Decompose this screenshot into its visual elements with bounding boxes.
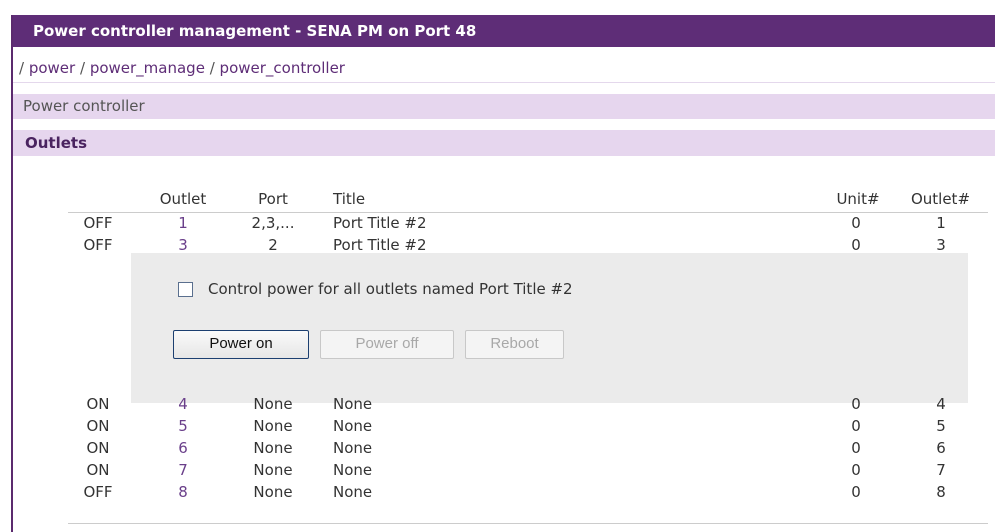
window-title: Power controller management - SENA PM on… xyxy=(13,15,995,47)
table-row: ON 5 None None 0 5 xyxy=(68,415,988,437)
outlet-link[interactable]: 7 xyxy=(173,459,193,481)
outlet-status: ON xyxy=(86,439,110,457)
breadcrumb-separator: / xyxy=(79,59,90,77)
outlet-port: None xyxy=(253,395,293,413)
outlet-link[interactable]: 5 xyxy=(173,415,193,437)
outlet-status: OFF xyxy=(83,236,113,254)
outlet-port: None xyxy=(253,439,293,457)
control-all-outlets-label[interactable]: Control power for all outlets named Port… xyxy=(208,279,573,299)
power-controller-window: Power controller management - SENA PM on… xyxy=(11,15,995,532)
outlet-title: None xyxy=(333,483,373,501)
outlet-number: 5 xyxy=(936,417,946,435)
outlet-number: 7 xyxy=(936,461,946,479)
outlet-status: ON xyxy=(86,461,110,479)
breadcrumb-separator: / xyxy=(19,59,29,77)
breadcrumb: / power / power_manage / power_controlle… xyxy=(13,53,995,83)
outlet-unit: 0 xyxy=(851,214,861,232)
outlet-status: ON xyxy=(86,395,110,413)
breadcrumb-separator: / xyxy=(209,59,220,77)
outlet-control-panel: Control power for all outlets named Port… xyxy=(131,253,968,403)
header-unit: Unit# xyxy=(836,190,880,208)
outlet-title: None xyxy=(333,417,373,435)
table-row: ON 4 None None 0 4 xyxy=(68,393,988,415)
outlet-port: None xyxy=(253,461,293,479)
outlet-title: None xyxy=(333,461,373,479)
outlet-unit: 0 xyxy=(851,439,861,457)
outlet-number: 4 xyxy=(936,395,946,413)
breadcrumb-link-power[interactable]: power xyxy=(29,59,75,77)
outlet-link[interactable]: 1 xyxy=(173,212,193,234)
outlet-status: ON xyxy=(86,417,110,435)
table-row: OFF 1 2,3,... Port Title #2 0 1 xyxy=(68,212,988,234)
outlet-number: 8 xyxy=(936,483,946,501)
breadcrumb-link-power-controller[interactable]: power_controller xyxy=(220,59,345,77)
table-row: ON 7 None None 0 7 xyxy=(68,459,988,481)
table-row: OFF 8 None None 0 8 xyxy=(68,481,988,503)
header-outlet-number: Outlet# xyxy=(910,190,971,208)
outlet-unit: 0 xyxy=(851,461,861,479)
outlet-title: Port Title #2 xyxy=(333,214,427,232)
outlet-number: 6 xyxy=(936,439,946,457)
power-on-button[interactable]: Power on xyxy=(173,330,309,359)
table-bottom-divider xyxy=(68,523,988,524)
outlet-title: None xyxy=(333,439,373,457)
section-outlets: Outlets xyxy=(13,130,995,156)
outlets-table-header: Outlet Port Title Unit# Outlet# xyxy=(68,185,988,213)
outlet-port: None xyxy=(253,417,293,435)
outlet-number: 1 xyxy=(936,214,946,232)
outlet-title: None xyxy=(333,395,373,413)
outlet-port: 2,3,... xyxy=(251,214,295,232)
table-row: ON 6 None None 0 6 xyxy=(68,437,988,459)
section-power-controller: Power controller xyxy=(13,94,995,119)
outlet-status: OFF xyxy=(83,214,113,232)
outlet-link[interactable]: 8 xyxy=(173,481,193,503)
header-port: Port xyxy=(258,190,288,208)
outlet-status: OFF xyxy=(83,483,113,501)
control-all-outlets-checkbox[interactable] xyxy=(178,282,193,297)
outlet-link[interactable]: 4 xyxy=(173,393,193,415)
outlet-unit: 0 xyxy=(851,395,861,413)
power-off-button[interactable]: Power off xyxy=(320,330,454,359)
breadcrumb-link-power-manage[interactable]: power_manage xyxy=(90,59,205,77)
outlet-unit: 0 xyxy=(851,417,861,435)
outlet-port: None xyxy=(253,483,293,501)
header-outlet: Outlet xyxy=(159,190,207,208)
header-title: Title xyxy=(333,190,366,208)
outlet-link[interactable]: 6 xyxy=(173,437,193,459)
reboot-button[interactable]: Reboot xyxy=(465,330,564,359)
outlet-unit: 0 xyxy=(851,483,861,501)
